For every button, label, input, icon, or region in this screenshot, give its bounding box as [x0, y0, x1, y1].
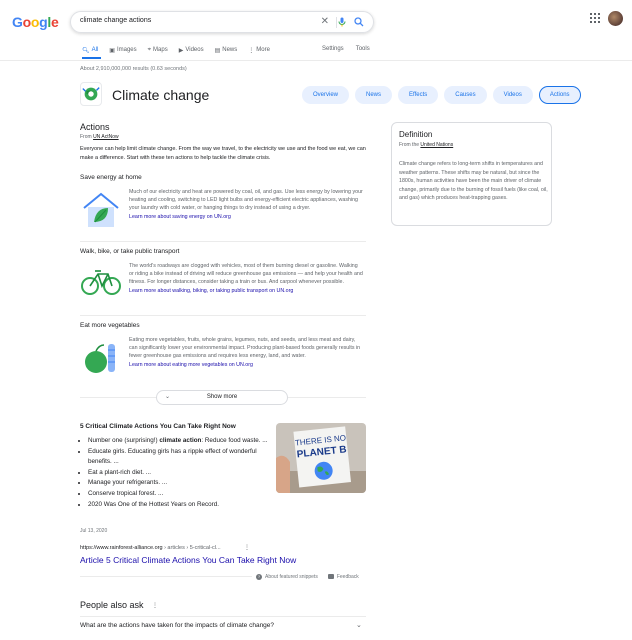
- clear-icon[interactable]: ✕: [321, 16, 329, 28]
- search-box[interactable]: climate change actions ✕: [70, 11, 374, 33]
- feedback-icon: [327, 574, 334, 579]
- avatar[interactable]: [608, 11, 623, 26]
- paa-question[interactable]: What are the actions have taken for the …: [80, 622, 274, 629]
- microphone-icon[interactable]: [336, 16, 348, 28]
- result-title-link[interactable]: Article 5 Critical Climate Actions You C…: [80, 555, 296, 565]
- definition-title: Definition: [399, 130, 433, 139]
- tab-more[interactable]: ⋮ More: [248, 44, 270, 56]
- active-tab-indicator: [82, 57, 101, 59]
- learn-more-link[interactable]: Learn more about walking, biking, or tak…: [129, 287, 363, 295]
- source-link[interactable]: UN ActNow: [93, 134, 119, 140]
- bicycle-image: [81, 270, 121, 295]
- action-description: Much of our electricity and heat are pow…: [129, 189, 363, 221]
- chip-videos[interactable]: Videos: [492, 86, 533, 104]
- result-stats: About 2,910,000,000 results (0.63 second…: [80, 66, 187, 72]
- tab-all[interactable]: 🔍︎ All: [82, 44, 98, 56]
- show-more-button[interactable]: ⌄ Show more: [156, 390, 288, 405]
- search-icon[interactable]: [353, 16, 365, 28]
- topic-chips: Overview News Effects Causes Videos Acti…: [302, 86, 587, 104]
- google-logo[interactable]: Google: [12, 14, 59, 30]
- search-icon: 🔍︎: [82, 47, 90, 54]
- action-description: Eating more vegetables, fruits, whole gr…: [129, 336, 363, 369]
- list-item: Eat a plant-rich diet. ...: [88, 468, 268, 479]
- image-icon: ▣: [109, 47, 115, 54]
- knowledge-panel-title: Climate change: [112, 87, 210, 103]
- settings-link[interactable]: Settings: [322, 46, 344, 52]
- chip-actions[interactable]: Actions: [538, 86, 581, 104]
- chip-news[interactable]: News: [355, 86, 393, 104]
- chevron-down-icon: ⌄: [165, 394, 171, 400]
- map-pin-icon: ⌖: [147, 46, 152, 53]
- about-snippets-link[interactable]: About featured snippets: [265, 574, 318, 580]
- definition-source: From the United Nations: [399, 142, 454, 148]
- climate-change-icon: [80, 82, 102, 106]
- chevron-down-icon[interactable]: ⌄: [356, 621, 362, 629]
- divider: [80, 315, 366, 316]
- chip-effects[interactable]: Effects: [398, 86, 439, 104]
- list-item: Manage your refrigerants. ...: [88, 478, 268, 489]
- help-icon: ?: [256, 574, 262, 580]
- snippet-date: Jul 13, 2020: [80, 528, 108, 534]
- people-also-ask-heading: People also ask: [80, 600, 144, 610]
- search-tabs: 🔍︎ All ▣ Images ⌖ Maps ▶ Videos ▤ News ⋮ More: [82, 44, 281, 60]
- definition-text: Climate change refers to long-term shift…: [399, 161, 548, 201]
- actions-heading: Actions: [80, 122, 110, 132]
- vegetables-image: [85, 344, 115, 373]
- tools-link[interactable]: Tools: [356, 46, 370, 52]
- result-url[interactable]: https://www.rainforest-alliance.org › ar…: [80, 545, 221, 551]
- tab-maps[interactable]: ⌖ Maps: [148, 44, 168, 56]
- video-icon: ▶: [178, 47, 184, 54]
- snippet-title: 5 Critical Climate Actions You Can Take …: [80, 423, 236, 430]
- feedback-link[interactable]: Feedback: [337, 574, 359, 580]
- more-vert-icon[interactable]: ⋮: [152, 602, 158, 609]
- action-title: Save energy at home: [80, 174, 142, 181]
- snippet-list: Number one (surprising!) climate action:…: [88, 436, 268, 510]
- chip-overview[interactable]: Overview: [302, 86, 350, 104]
- apps-grid-icon[interactable]: [590, 13, 600, 23]
- house-leaf-image: [83, 192, 119, 227]
- divider: [288, 397, 366, 398]
- divider: [80, 241, 366, 242]
- header-divider: [0, 60, 632, 61]
- tab-images[interactable]: ▣ Images: [109, 44, 136, 56]
- search-tools: Settings Tools: [322, 46, 382, 52]
- actions-section: Actions From UN ActNow Everyone can help…: [80, 122, 366, 162]
- tab-videos[interactable]: ▶ Videos: [179, 44, 204, 56]
- list-item: Number one (surprising!) climate action:…: [88, 436, 268, 447]
- divider: [80, 576, 252, 577]
- more-vert-icon[interactable]: ⋮: [244, 544, 250, 551]
- learn-more-link[interactable]: Learn more about saving energy on UN.org: [129, 213, 363, 221]
- tab-news[interactable]: ▤ News: [215, 44, 238, 56]
- actions-source: From UN ActNow: [80, 134, 119, 140]
- learn-more-link[interactable]: Learn more about eating more vegetables …: [129, 361, 363, 369]
- search-input[interactable]: climate change actions: [80, 17, 151, 24]
- definition-card: Definition From the United Nations Clima…: [391, 122, 552, 226]
- more-vert-icon: ⋮: [248, 47, 255, 54]
- list-item: Conserve tropical forest. ...: [88, 489, 268, 500]
- divider: [80, 397, 156, 398]
- chip-causes[interactable]: Causes: [444, 86, 487, 104]
- action-title: Eat more vegetables: [80, 322, 140, 329]
- list-item: Educate girls. Educating girls has a rip…: [88, 447, 268, 468]
- divider: [80, 616, 366, 617]
- source-link[interactable]: United Nations: [420, 142, 453, 148]
- newspaper-icon: ▤: [214, 47, 221, 54]
- actions-lead: Everyone can help limit climate change. …: [80, 146, 366, 161]
- list-item: 2020 Was One of the Hottest Years on Rec…: [88, 500, 268, 511]
- action-title: Walk, bike, or take public transport: [80, 248, 180, 255]
- snippet-footer: ? About featured snippets Feedback: [256, 574, 359, 580]
- action-description: The world's roadways are clogged with ve…: [129, 263, 363, 295]
- protest-sign-image[interactable]: THERE IS NO PLANET B: [276, 423, 366, 493]
